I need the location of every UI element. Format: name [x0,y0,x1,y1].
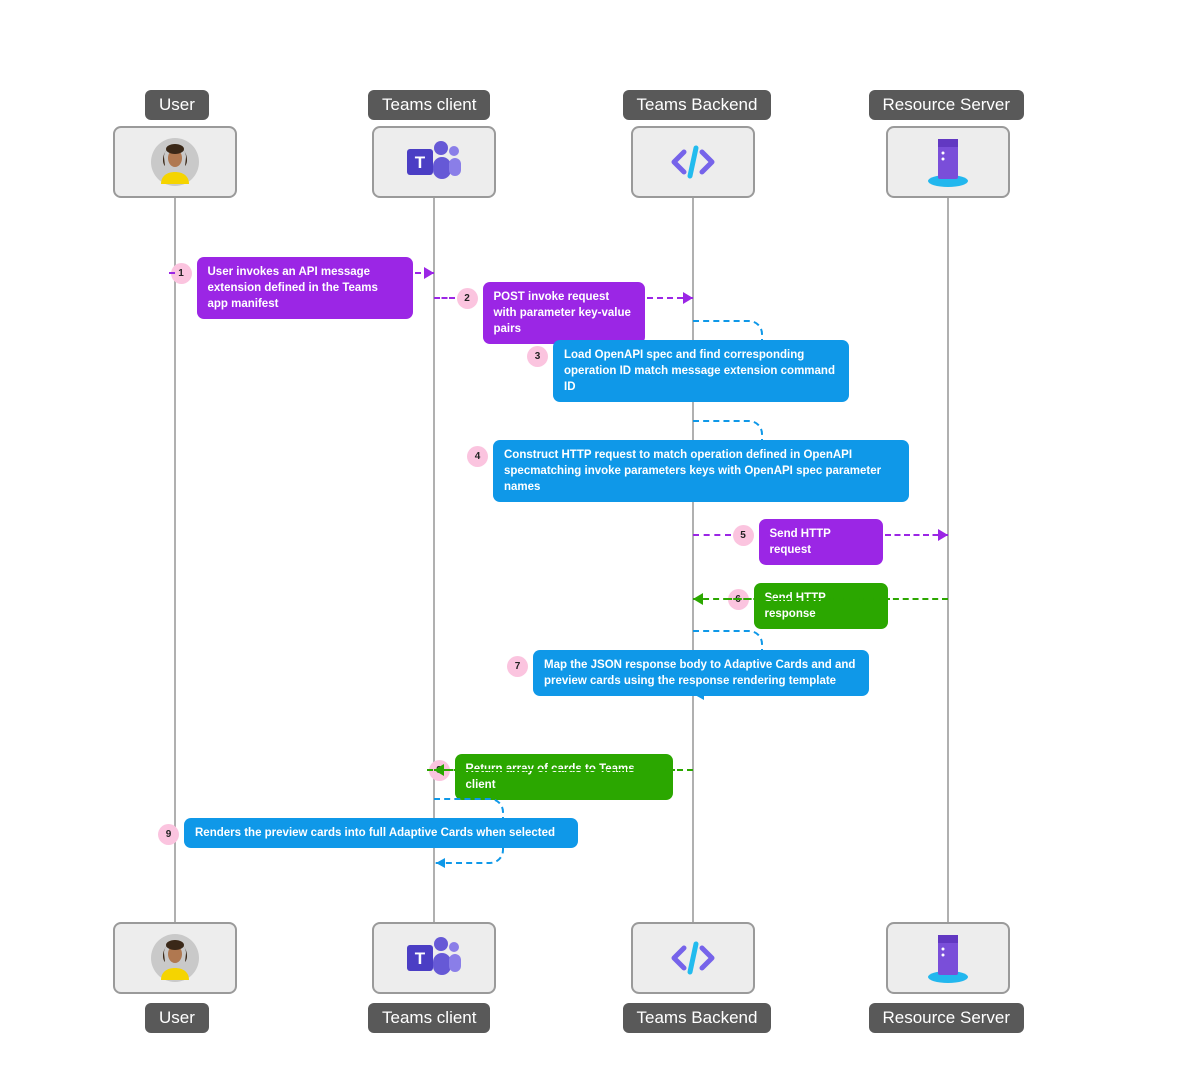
arrowhead-6 [693,593,703,605]
step-2-text: POST invoke request with parameter key-v… [483,282,645,344]
step-4-badge: 4 [467,446,488,467]
step-8-text: Return array of cards to Teams client [455,754,673,800]
actor-box-bottom-client: T [372,922,496,994]
step-2-badge: 2 [457,288,478,309]
actor-box-client: T [372,126,496,198]
actor-label-resource: Resource Server [869,90,1025,120]
arrow-5-a [693,534,731,536]
step-6-text: Send HTTP response [754,583,888,629]
actor-label-user: User [145,90,209,120]
actor-label-bottom-client: Teams client [368,1003,490,1033]
lifeline-resource [947,198,949,922]
step-9-badge: 9 [158,824,179,845]
lifeline-backend [692,198,694,922]
lifeline-user [174,198,176,922]
step-5-badge: 5 [733,525,754,546]
arrowhead-1 [424,267,434,279]
arrowhead-5 [938,529,948,541]
actor-label-client: Teams client [368,90,490,120]
selfloop-arrow-9 [436,858,445,868]
actor-box-user [113,126,237,198]
step-5-text: Send HTTP request [759,519,883,565]
arrowhead-2 [683,292,693,304]
sequence-diagram: User Teams client T Teams Backend Resource S… [0,0,1200,1083]
actor-label-backend: Teams Backend [623,90,772,120]
arrow-6-b [693,598,890,600]
step-1-text: User invokes an API message extension de… [197,257,413,319]
actor-label-bottom-user: User [145,1003,209,1033]
arrow-8-b [434,769,675,771]
step-3-badge: 3 [527,346,548,367]
arrowhead-8 [434,764,444,776]
arrow-1-a [169,272,176,274]
actor-box-backend [631,126,755,198]
step-4-text: Construct HTTP request to match operatio… [493,440,909,502]
svg-text:T: T [415,949,426,968]
step-7-badge: 7 [507,656,528,677]
actor-box-bottom-resource [886,922,1010,994]
actor-box-bottom-user [113,922,237,994]
step-3-text: Load OpenAPI spec and find corresponding… [553,340,849,402]
actor-box-bottom-backend [631,922,755,994]
actor-label-bottom-backend: Teams Backend [623,1003,772,1033]
step-7-text: Map the JSON response body to Adaptive C… [533,650,869,696]
svg-text:T: T [415,153,426,172]
step-9-text: Renders the preview cards into full Adap… [184,818,578,848]
actor-label-bottom-resource: Resource Server [869,1003,1025,1033]
arrow-2-a [434,297,455,299]
actor-box-resource [886,126,1010,198]
